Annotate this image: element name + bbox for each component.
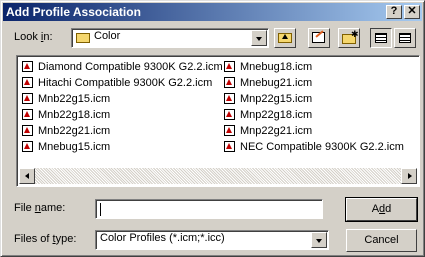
files-of-type-select[interactable]: Color Profiles (*.icm;*.icc) (95, 230, 329, 250)
file-name-text: Diamond Compatible 9300K G2.2.icm (38, 61, 223, 73)
folder-icon (76, 33, 90, 43)
up-arrow-icon (282, 34, 288, 39)
list-view-button[interactable] (370, 28, 392, 48)
look-in-value: Color (94, 30, 121, 42)
color-profile-icon (224, 93, 235, 104)
scroll-right-button[interactable] (401, 168, 417, 184)
details-view-button[interactable] (394, 28, 416, 48)
list-item[interactable]: Mnp22g18.icm (222, 107, 404, 123)
color-profile-icon (224, 61, 235, 72)
list-item[interactable]: Mnp22g21.icm (222, 123, 404, 139)
file-name-label-suffix: ame: (40, 202, 66, 214)
file-list[interactable]: Diamond Compatible 9300K G2.2.icm Hitach… (16, 55, 420, 187)
look-in-combo[interactable]: Color (71, 28, 269, 48)
color-profile-icon (22, 93, 33, 104)
file-name-label: File name: (14, 202, 65, 214)
look-in-label-suffix: n: (43, 31, 53, 43)
sparkle-icon: ✱ (351, 29, 359, 39)
color-profile-icon (224, 141, 235, 152)
file-name-text: Mnp22g21.icm (240, 125, 313, 137)
file-name-text: Hitachi Compatible 9300K G2.2.icm (38, 77, 213, 89)
file-name-text: Mnb22g18.icm (38, 109, 111, 121)
list-item[interactable]: Mnebug15.icm (20, 139, 223, 155)
files-of-type-label: Files of type: (14, 233, 76, 245)
file-name-text: Mnebug21.icm (240, 77, 313, 89)
scroll-left-button[interactable] (19, 168, 35, 184)
file-name-text: Mnp22g15.icm (240, 93, 313, 105)
close-button[interactable]: ✕ (404, 5, 420, 19)
list-item[interactable]: Mnb22g15.icm (20, 91, 223, 107)
list-item[interactable]: Mnb22g21.icm (20, 123, 223, 139)
files-of-type-value: Color Profiles (*.icm;*.icc) (100, 232, 225, 244)
list-item[interactable]: Mnp22g15.icm (222, 91, 404, 107)
color-profile-icon (22, 77, 33, 88)
window-title: Add Profile Association (6, 5, 141, 19)
files-of-type-label-prefix: Files of (14, 233, 53, 245)
list-item[interactable]: Mnebug21.icm (222, 75, 404, 91)
file-name-text: NEC Compatible 9300K G2.2.icm (240, 141, 404, 153)
color-profile-icon (22, 109, 33, 120)
horizontal-scrollbar[interactable] (19, 168, 417, 184)
color-profile-icon (22, 61, 33, 72)
file-name-text: Mnb22g21.icm (38, 125, 111, 137)
cancel-button[interactable]: Cancel (346, 229, 417, 252)
file-name-input[interactable] (95, 199, 323, 219)
look-in-label: Look in: (14, 31, 53, 43)
new-folder-button[interactable]: ✱ (338, 28, 360, 48)
color-profile-icon (224, 109, 235, 120)
list-item[interactable]: Hitachi Compatible 9300K G2.2.icm (20, 75, 223, 91)
list-item[interactable]: Mnb22g18.icm (20, 107, 223, 123)
list-item[interactable]: NEC Compatible 9300K G2.2.icm (222, 139, 404, 155)
list-view-icon (375, 33, 387, 43)
chevron-down-icon[interactable] (311, 232, 327, 248)
desktop-button[interactable] (308, 28, 330, 48)
add-button[interactable]: Add (345, 197, 418, 222)
text-caret (100, 203, 101, 216)
file-name-label-prefix: File (14, 202, 35, 214)
color-profile-icon (224, 77, 235, 88)
color-profile-icon (22, 125, 33, 136)
files-of-type-label-suffix: ype: (55, 233, 77, 245)
file-name-text: Mnp22g18.icm (240, 109, 313, 121)
add-button-suffix: d (385, 203, 392, 215)
up-one-level-button[interactable] (274, 28, 296, 48)
help-button[interactable]: ? (386, 5, 402, 19)
file-column-right: Mnebug18.icm Mnebug21.icm Mnp22g15.icm M… (222, 59, 404, 155)
color-profile-icon (22, 141, 33, 152)
color-profile-icon (224, 125, 235, 136)
help-icon: ? (390, 5, 398, 17)
close-icon: ✕ (407, 5, 417, 17)
add-button-prefix: A (371, 203, 380, 215)
add-profile-association-dialog: Add Profile Association ? ✕ Look in: Col… (0, 0, 425, 257)
title-bar: Add Profile Association ? ✕ (3, 3, 422, 21)
look-in-label-prefix: Look (14, 31, 41, 43)
file-name-text: Mnb22g15.icm (38, 93, 111, 105)
file-name-text: Mnebug18.icm (240, 61, 313, 73)
list-item[interactable]: Mnebug18.icm (222, 59, 404, 75)
details-view-icon (399, 33, 411, 43)
file-name-text: Mnebug15.icm (38, 141, 111, 153)
list-item[interactable]: Diamond Compatible 9300K G2.2.icm (20, 59, 223, 75)
chevron-down-icon[interactable] (251, 30, 267, 46)
file-column-left: Diamond Compatible 9300K G2.2.icm Hitach… (20, 59, 223, 155)
